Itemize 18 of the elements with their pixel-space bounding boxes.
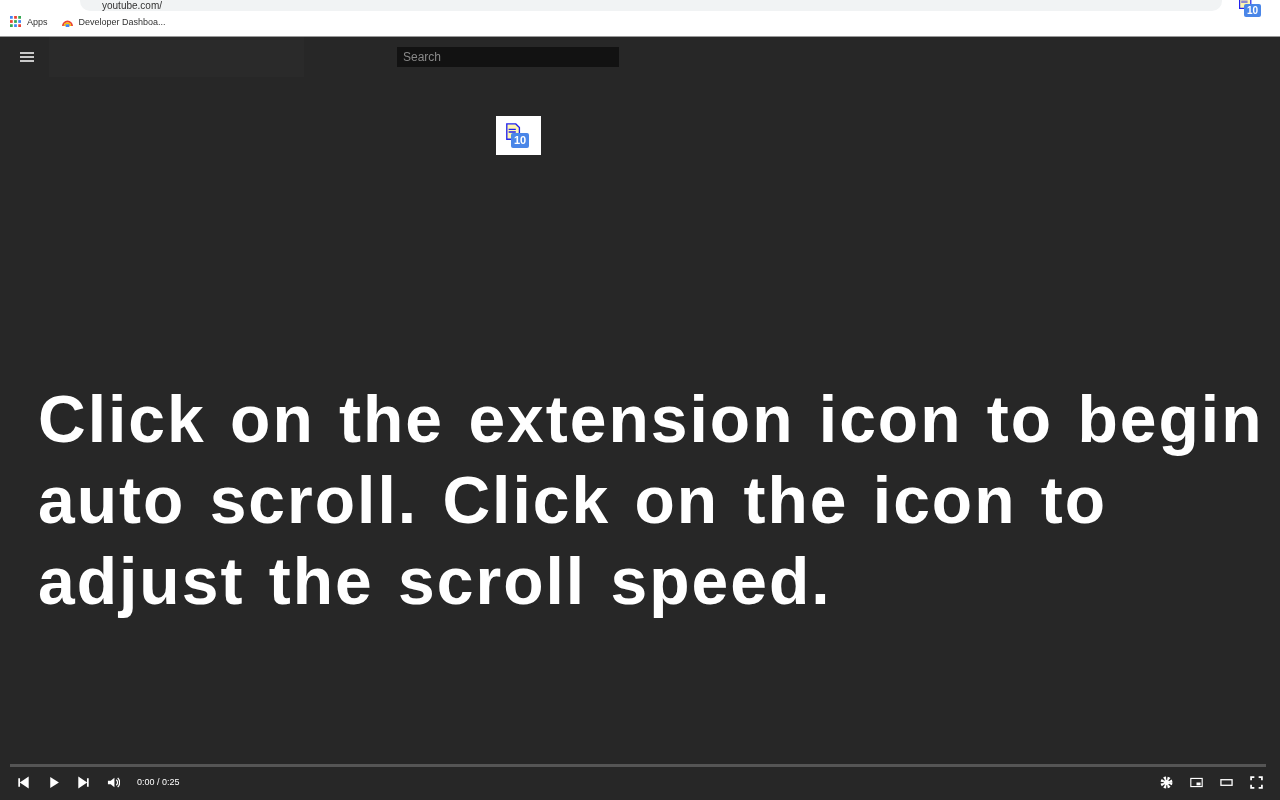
extension-icon: 10 — [496, 115, 541, 155]
search-field[interactable]: Search — [397, 47, 619, 67]
settings-icon[interactable] — [1160, 775, 1173, 789]
caption: Click on the extension icon to begin auto scroll. Click on the icon to adjust the scroll speed. — [38, 381, 1265, 620]
volume-icon[interactable] — [107, 775, 120, 789]
miniplayer-icon[interactable] — [1190, 775, 1203, 789]
time-display: 0:00 / 0:25 — [137, 777, 180, 787]
count-badge: 10 — [1244, 4, 1262, 17]
menu-icon — [20, 52, 34, 62]
bookmark[interactable]: Apps — [10, 16, 48, 27]
next-icon[interactable] — [77, 775, 90, 789]
apps-grid-icon — [10, 16, 21, 27]
extension-button[interactable]: 10 — [1236, 0, 1266, 18]
bookmark[interactable]: Developer Dashboa... — [61, 16, 166, 27]
address-bar[interactable]: youtube.com/ — [80, 0, 1222, 11]
fullscreen-icon[interactable] — [1250, 775, 1263, 789]
play-icon[interactable] — [47, 775, 60, 789]
previous-icon[interactable] — [17, 775, 30, 789]
